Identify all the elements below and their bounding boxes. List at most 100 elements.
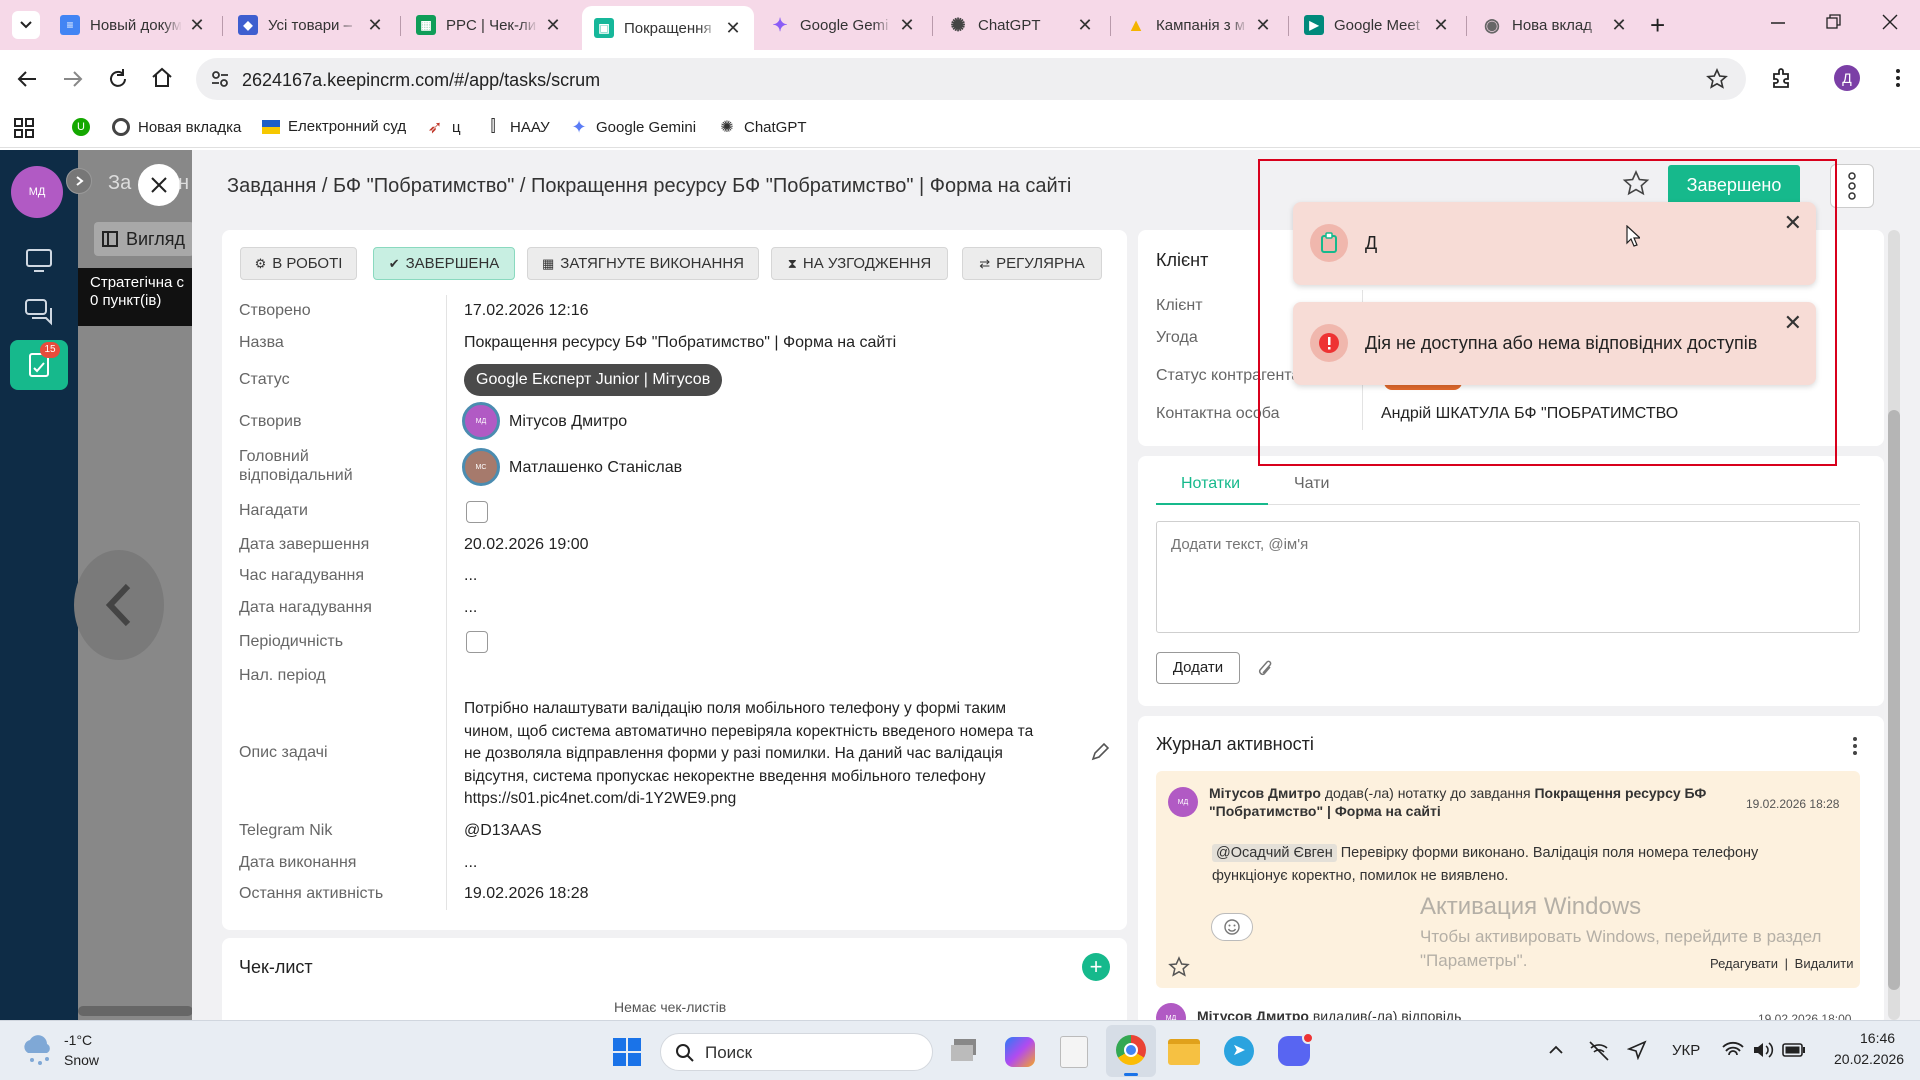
location-arrow-icon[interactable] (1627, 1040, 1647, 1060)
wifi-icon[interactable] (1722, 1040, 1744, 1060)
restore-button[interactable] (1824, 12, 1844, 32)
tab-chatgpt[interactable]: ✺ ChatGPT ✕ (936, 6, 1106, 44)
telegram-value[interactable]: @D13AAS (464, 822, 542, 840)
close-icon[interactable]: ✕ (898, 15, 916, 36)
status-regular-button[interactable]: ⇄ РЕГУЛЯРНА (962, 247, 1102, 280)
address-bar[interactable]: 2624167a.keepincrm.com/#/app/tasks/scrum (196, 58, 1746, 100)
tab-search-button[interactable] (12, 11, 40, 39)
remind-date-value[interactable]: ... (464, 599, 477, 617)
minimize-button[interactable] (1768, 12, 1788, 32)
remind-time-value[interactable]: ... (464, 567, 477, 585)
reload-icon[interactable] (106, 67, 130, 91)
entry-task-link[interactable]: "Побратимство" | Форма на сайті (1209, 803, 1441, 819)
profile-avatar[interactable]: Д (1834, 65, 1860, 91)
close-icon[interactable]: ✕ (1432, 15, 1450, 36)
note-input[interactable] (1156, 521, 1860, 633)
bookmark-chatgpt[interactable]: ✺ ChatGPT (718, 118, 806, 137)
view-button[interactable]: Вигляд (94, 222, 194, 256)
address-url[interactable]: 2624167a.keepincrm.com/#/app/tasks/scrum (242, 70, 600, 91)
file-explorer-icon[interactable] (1168, 1039, 1200, 1065)
chevron-up-icon[interactable] (1548, 1043, 1564, 1055)
status-in-work-button[interactable]: ⚙ В РОБОТІ (240, 247, 357, 280)
pencil-icon[interactable] (1090, 742, 1110, 762)
apps-grid-icon[interactable] (14, 118, 34, 138)
home-icon[interactable] (150, 66, 174, 90)
vertical-scrollbar[interactable] (1888, 230, 1900, 1020)
responsible-value[interactable]: Матлашенко Станіслав (509, 459, 682, 477)
bookmark-ts[interactable]: ➶ ц (426, 117, 460, 137)
behind-close-button[interactable] (138, 164, 180, 206)
task-view-icon[interactable] (950, 1037, 980, 1065)
back-icon[interactable] (16, 68, 38, 90)
tab-google-gemini[interactable]: ✦ Google Gemi ✕ (758, 6, 928, 44)
close-icon[interactable]: ✕ (544, 15, 562, 36)
tab-google-meet[interactable]: ▶ Google Meet ✕ (1292, 6, 1462, 44)
behind-collapse-button[interactable] (66, 168, 92, 194)
user-avatar[interactable]: МД (11, 166, 63, 218)
forward-icon[interactable] (62, 68, 84, 90)
close-icon[interactable]: ✕ (1610, 15, 1628, 36)
close-window-button[interactable] (1880, 12, 1900, 32)
windows-start-icon[interactable] (612, 1037, 642, 1067)
entry-author[interactable]: Мітусов Дмитро (1209, 785, 1321, 801)
discord-icon[interactable] (1278, 1032, 1314, 1066)
weather-temp[interactable]: -1°C (64, 1032, 92, 1048)
entry-task-link[interactable]: Покращення ресурсу БФ (1534, 785, 1706, 801)
done-date-value[interactable]: ... (464, 854, 477, 872)
close-icon[interactable]: ✕ (724, 18, 742, 39)
clock-date[interactable]: 20.02.2026 (1834, 1051, 1904, 1067)
mention-chip[interactable]: @Осадчий Євген (1212, 844, 1337, 862)
name-value[interactable]: Покращення ресурсу БФ "Побратимство" | Ф… (464, 334, 896, 352)
creator-value[interactable]: Мітусов Дмитро (509, 413, 627, 431)
taskbar-search[interactable]: Поиск (660, 1033, 933, 1071)
extensions-icon[interactable] (1770, 66, 1794, 90)
battery-icon[interactable] (1782, 1042, 1806, 1058)
bookmark-new-tab[interactable]: Новая вкладка (112, 118, 241, 136)
status-completed-button[interactable]: ✔ ЗАВЕРШЕНА (373, 247, 515, 280)
monitor-icon[interactable] (25, 248, 53, 274)
star-icon[interactable] (1168, 956, 1190, 978)
close-icon[interactable]: ✕ (366, 15, 384, 36)
add-reaction-button[interactable] (1211, 913, 1253, 941)
volume-icon[interactable] (1752, 1040, 1774, 1060)
telegram-icon[interactable]: ➤ (1224, 1036, 1254, 1066)
add-note-button[interactable]: Додати (1156, 652, 1240, 684)
more-vert-icon[interactable] (1850, 735, 1860, 757)
tab-all-products[interactable]: ◆ Усі товари – ✕ (226, 6, 396, 44)
bookmark-naau[interactable]: ⫿ НААУ (484, 118, 549, 136)
weather-desc[interactable]: Snow (64, 1052, 99, 1068)
status-approval-button[interactable]: ⧗ НА УЗГОДЖЕННЯ (771, 247, 948, 280)
prev-arrow-button[interactable] (74, 550, 164, 660)
period-checkbox[interactable] (466, 631, 488, 653)
chat-icon[interactable] (24, 298, 54, 326)
star-icon[interactable] (1706, 68, 1728, 90)
remind-checkbox[interactable] (466, 501, 488, 523)
new-tab-button[interactable]: + (1650, 10, 1665, 41)
due-value[interactable]: 20.02.2026 19:00 (464, 536, 589, 554)
more-vert-icon[interactable] (1886, 66, 1910, 90)
close-icon[interactable]: ✕ (188, 15, 206, 36)
paperclip-icon[interactable] (1255, 658, 1275, 680)
site-settings-icon[interactable] (210, 69, 230, 89)
tab-ppc-checklist[interactable]: ▦ PPC | Чек-ли ✕ (404, 6, 574, 44)
files-app-icon[interactable] (1060, 1036, 1088, 1068)
close-icon[interactable]: ✕ (1076, 15, 1094, 36)
bookmark-court[interactable]: Електронний суд (262, 118, 406, 135)
tab-notes[interactable]: Нотатки (1181, 475, 1240, 493)
tab-chats[interactable]: Чати (1294, 475, 1329, 493)
network-off-icon[interactable] (1588, 1040, 1610, 1062)
description-link[interactable]: https://s01.pic4net.com/di-1Y2WE9.png (464, 788, 1033, 811)
tab-new-document[interactable]: ≡ Новый докум ✕ (48, 6, 218, 44)
horizontal-scrollbar[interactable] (78, 1006, 193, 1016)
tab-new-tab[interactable]: ◉ Нова вклад ✕ (1470, 6, 1640, 44)
tab-task-active[interactable]: ▣ Покращення ✕ (582, 6, 754, 50)
status-delayed-button[interactable]: ▦ ЗАТЯГНУТЕ ВИКОНАННЯ (527, 247, 759, 280)
add-checklist-button[interactable]: + (1082, 953, 1110, 981)
bookmark-gemini[interactable]: ✦ Google Gemini (570, 117, 696, 137)
bookmark-upwork[interactable]: U (72, 118, 98, 136)
language-indicator[interactable]: УКР (1672, 1042, 1700, 1059)
tasks-nav-button[interactable]: 15 (10, 340, 68, 390)
copilot-icon[interactable] (1005, 1037, 1035, 1067)
clock-time[interactable]: 16:46 (1860, 1030, 1895, 1046)
status-chip[interactable]: Google Експерт Junior | Мітусов (464, 364, 723, 396)
